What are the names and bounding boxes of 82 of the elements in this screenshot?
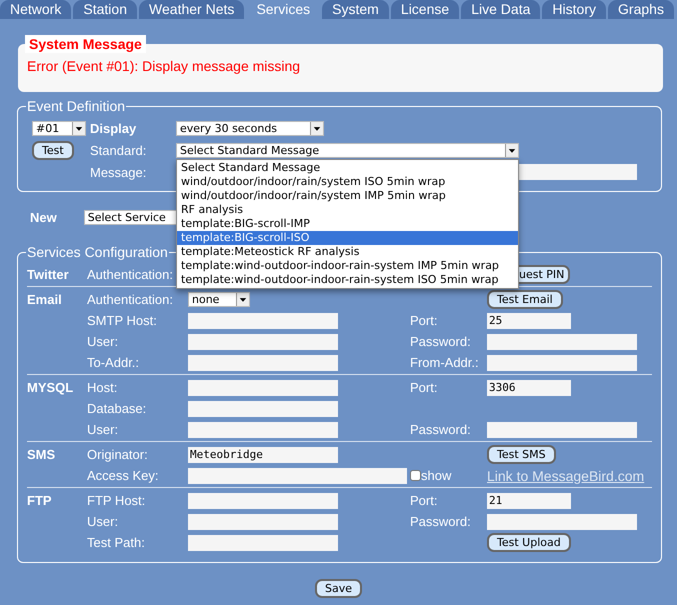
text-field[interactable] [487,354,637,370]
nav-tab[interactable]: Network [0,0,72,19]
text-field[interactable]: 3306 [487,380,571,396]
dropdown-option[interactable]: template:wind-outdoor-indoor-rain-system ISO 5min wrap [177,273,518,287]
text-field[interactable] [188,312,338,328]
caret-icon [72,122,85,134]
dropdown-option[interactable]: wind/outdoor/indoor/rain/system IMP 5min wrap [177,189,518,203]
display-select[interactable]: every 30 seconds [176,120,324,136]
text-field[interactable] [188,334,338,350]
text-field[interactable]: 25 [487,312,571,328]
text-field[interactable] [188,354,338,370]
field-label: SMTP Host: [87,313,158,328]
field-label: Port: [410,380,438,395]
error-message: Error (Event #01): Display message missing [27,58,300,74]
save-button[interactable]: Save [314,579,362,598]
field-label: Host: [87,380,118,395]
field-label: To-Addr.: [87,355,140,370]
nav-tab[interactable]: Station [73,0,137,19]
field-label: Password: [410,334,472,349]
caret-icon [310,122,323,134]
dropdown-option[interactable]: wind/outdoor/indoor/rain/system ISO 5min wrap [177,175,518,189]
nav-tab[interactable]: System [322,0,389,19]
service-name: FTP [27,493,53,508]
caret-icon [236,293,249,306]
text-field[interactable] [487,514,637,530]
dropdown-option[interactable]: Select Standard Message [177,161,518,175]
text-field[interactable] [188,534,338,550]
field-label: FTP Host: [87,493,146,508]
message-label: Message: [90,164,148,180]
nav-tab[interactable]: Graphs [608,0,674,19]
action-button[interactable]: Test Email [487,290,563,309]
field-label: From-Addr.: [410,355,480,370]
field-label: Authentication: [87,292,174,307]
checkbox-label: show [421,468,452,483]
standard-label: Standard: [90,142,148,158]
field-label: Access Key: [87,468,160,483]
standard-select[interactable]: Select Standard Message [176,142,519,158]
field-label: Port: [410,313,438,328]
show-checkbox[interactable] [410,470,421,481]
field-label: User: [87,514,120,529]
text-field[interactable] [188,422,338,438]
panel-title: Services Configuration [26,244,169,260]
dropdown-option[interactable]: template:wind-outdoor-indoor-rain-system IMP 5min wrap [177,259,518,273]
new-label: New [30,210,57,224]
service-name: SMS [27,447,56,462]
dropdown-option[interactable]: RF analysis [177,203,518,217]
service-name: Email [27,292,63,307]
message-title: System Message [25,35,146,53]
text-field[interactable]: 21 [487,492,571,508]
dropdown-option[interactable]: template:BIG-scroll-IMP [177,217,518,231]
dropdown-option[interactable]: template:Meteostick RF analysis [177,245,518,259]
dropdown-select[interactable]: none [188,292,250,307]
field-label: Database: [87,401,148,416]
field-label: Originator: [87,447,149,462]
dropdown-option[interactable]: template:BIG-scroll-ISO [177,231,518,245]
nav-tab[interactable]: History [542,0,606,19]
text-field[interactable] [188,492,338,508]
text-field[interactable] [188,514,338,530]
test-button[interactable]: Test [32,140,74,160]
display-label: Display [90,120,138,136]
nav-tab[interactable]: Live Data [461,0,540,19]
text-field[interactable]: Meteobridge [188,446,338,462]
service-name: MYSQL [27,380,74,395]
field-label: Password: [410,422,472,437]
text-field[interactable] [487,334,637,350]
text-field[interactable] [188,400,338,416]
text-field[interactable] [188,468,407,484]
action-button[interactable]: Test SMS [487,445,556,464]
nav-tab[interactable]: Weather Nets [139,0,244,19]
text-field[interactable] [188,380,338,396]
field-label: Test Path: [87,535,146,550]
service-name: Twitter [27,267,70,282]
field-label: User: [87,422,120,437]
action-button[interactable]: Test Upload [487,533,571,552]
field-label: Password: [410,514,472,529]
nav-tab[interactable]: License [390,0,460,19]
field-label: User: [87,334,120,349]
field-label: Port: [410,493,438,508]
panel-title: Event Definition [26,98,126,114]
event-select[interactable]: #01 [32,120,86,136]
text-field[interactable] [487,422,637,438]
caret-icon [505,144,518,156]
